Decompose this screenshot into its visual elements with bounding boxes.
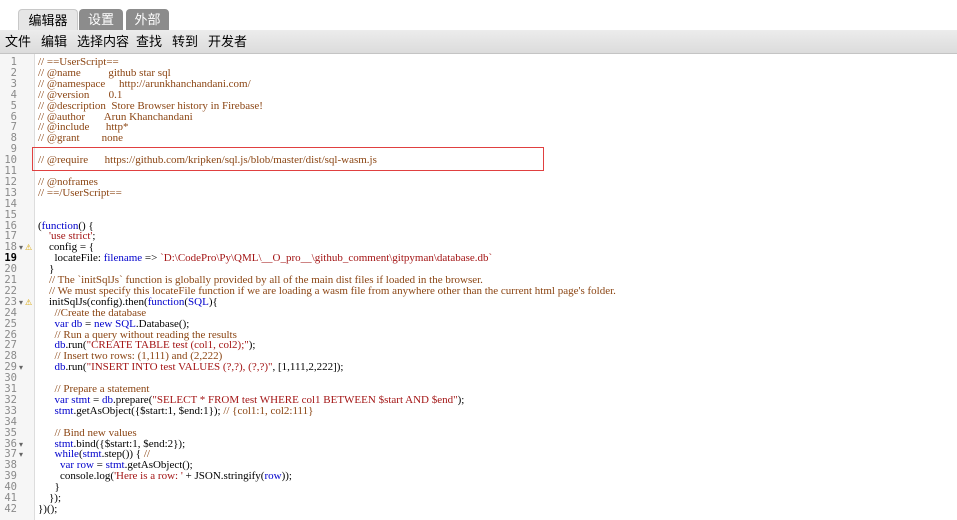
menu-goto[interactable]: 转到 — [172, 30, 198, 53]
code-token: row — [264, 470, 282, 483]
code-token: // @grant none — [38, 132, 123, 145]
code-token: ); — [248, 339, 256, 352]
code-token: )); — [281, 470, 292, 483]
code-line[interactable]: 13// ==/UserScript== — [0, 186, 957, 199]
line-number: 25 — [4, 317, 17, 330]
code-token: })(); — [38, 502, 58, 515]
menu-developer[interactable]: 开发者 — [208, 30, 247, 53]
fold-toggle-icon[interactable]: ▾ — [19, 439, 23, 450]
line-number: 42 — [4, 502, 17, 515]
code-token: .getAsObject({$start:1, $end:1}); — [73, 404, 224, 417]
code-line[interactable]: 3// @namespace http://arunkhanchandani.c… — [0, 78, 957, 90]
code-token: // {col1:1, col2:111} — [223, 404, 314, 417]
code-text: stmt.getAsObject({$start:1, $end:1}); //… — [38, 404, 314, 417]
line-number: 5 — [10, 99, 17, 112]
fold-toggle-icon[interactable]: ▾ — [19, 449, 23, 460]
fold-toggle-icon[interactable]: ▾ — [19, 362, 23, 373]
code-token: db — [54, 361, 66, 374]
line-number: 35 — [4, 426, 17, 439]
warning-icon[interactable]: ⚠ — [25, 243, 32, 253]
code-token: => — [142, 252, 161, 265]
code-text: console.log('Here is a row: ' + JSON.str… — [38, 471, 292, 482]
code-line[interactable]: 17 'use strict'; — [0, 231, 957, 242]
code-line[interactable]: 29 ▾ db.run("INSERT INTO test VALUES (?,?… — [0, 362, 957, 373]
menu-selection[interactable]: 选择内容 — [77, 30, 129, 53]
code-text: // ==/UserScript== — [38, 186, 122, 199]
menu-bar: 文件 编辑 选择内容 查找 转到 开发者 — [0, 30, 957, 54]
code-token: `D:\CodePro\Py\QML\__O_pro__\github_comm… — [160, 252, 493, 265]
code-line[interactable]: 42 })(); — [0, 502, 957, 515]
code-line[interactable]: 7// @include http* — [0, 122, 957, 133]
code-token: function — [147, 295, 185, 308]
editor-tab-bar: 编辑器 设置 外部 — [0, 0, 957, 31]
fold-toggle-icon[interactable]: ▾ — [19, 242, 23, 253]
code-token: // ==/UserScript== — [38, 186, 122, 199]
code-token: , [1,111,2,222]); — [272, 361, 344, 374]
code-token: filename — [103, 252, 143, 265]
code-line[interactable]: 19 locateFile: filename => `D:\CodePro\P… — [0, 253, 957, 264]
code-token: "INSERT INTO test VALUES (?,?), (?,?)" — [86, 361, 273, 374]
code-text: // @require https://github.com/kripken/s… — [38, 155, 377, 166]
fold-toggle-icon[interactable]: ▾ — [19, 297, 23, 308]
code-line[interactable]: 14 — [0, 198, 957, 210]
code-line[interactable]: 39 console.log('Here is a row: ' + JSON.… — [0, 471, 957, 482]
code-token: ); — [457, 393, 465, 406]
code-text: })(); — [38, 502, 58, 515]
code-text: db.run("INSERT INTO test VALUES (?,?), (… — [38, 361, 344, 374]
menu-edit[interactable]: 编辑 — [41, 30, 67, 53]
menu-file[interactable]: 文件 — [5, 30, 31, 53]
code-line[interactable]: 16 (function() { — [0, 220, 957, 232]
code-token: // @require https://github.com/kripken/s… — [38, 154, 377, 167]
code-line[interactable]: 41 }); — [0, 493, 957, 504]
code-editor[interactable]: 1// ==UserScript== 2// @name github star … — [0, 54, 957, 520]
menu-find[interactable]: 查找 — [136, 30, 162, 53]
tab-editor[interactable]: 编辑器 — [18, 9, 78, 31]
code-token: SQL — [188, 295, 209, 308]
code-line[interactable]: 11 — [0, 166, 957, 177]
code-line[interactable]: 12// @noframes — [0, 176, 957, 188]
code-token: 'Here is a row: ' — [114, 470, 183, 483]
tab-settings[interactable]: 设置 — [79, 9, 123, 30]
tab-external[interactable]: 外部 — [126, 9, 169, 30]
code-line[interactable]: 15 — [0, 208, 957, 221]
warning-icon[interactable]: ⚠ — [25, 298, 32, 308]
code-token: .run( — [65, 361, 87, 374]
code-text: locateFile: filename => `D:\CodePro\Py\Q… — [38, 252, 493, 265]
code-token: ){ — [208, 295, 218, 308]
code-token: + JSON.stringify( — [182, 470, 265, 483]
line-number: 15 — [4, 208, 17, 221]
code-text: // @grant none — [38, 133, 123, 144]
code-line[interactable]: 10// @require https://github.com/kripken… — [0, 155, 957, 166]
code-token: stmt — [54, 404, 74, 417]
code-line[interactable]: 40 } — [0, 482, 957, 493]
code-line[interactable]: 34 — [0, 416, 957, 428]
code-line[interactable]: 6// @author Arun Khanchandani — [0, 111, 957, 123]
code-line[interactable]: 33 stmt.getAsObject({$start:1, $end:1});… — [0, 404, 957, 417]
code-line[interactable]: 8// @grant none — [0, 133, 957, 144]
